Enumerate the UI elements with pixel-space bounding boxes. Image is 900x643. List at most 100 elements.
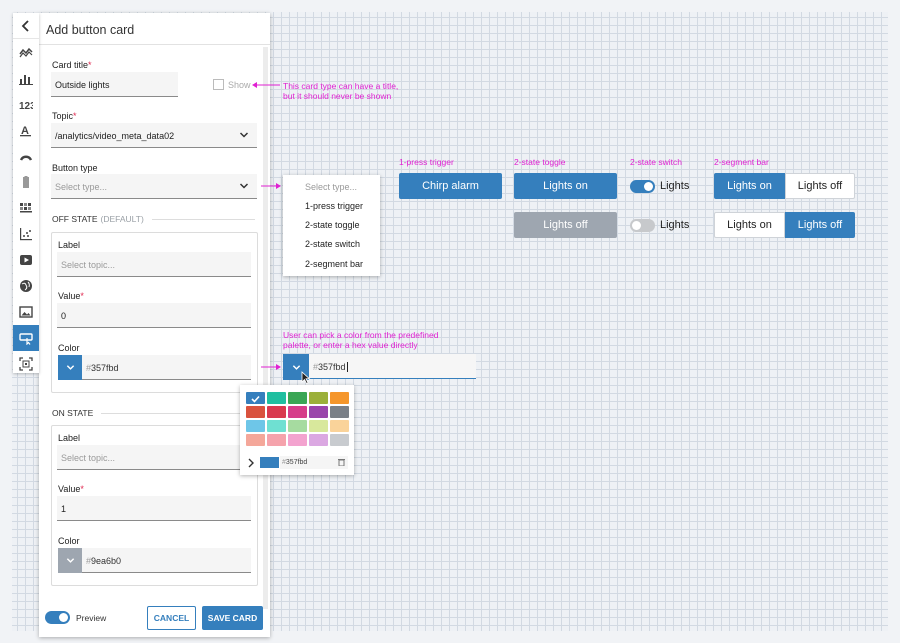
- dropdown-placeholder: Select type...: [305, 182, 358, 192]
- button-type-label: Button type: [52, 163, 98, 173]
- trash-icon[interactable]: [338, 458, 345, 466]
- palette-color-swatch[interactable]: [246, 420, 265, 432]
- dropdown-option[interactable]: 2-segment bar: [305, 259, 363, 269]
- button-type-select[interactable]: Select type...: [51, 174, 257, 199]
- bar-off-segment-active[interactable]: Lights off: [785, 212, 855, 238]
- chirp-alarm-button[interactable]: Chirp alarm: [399, 173, 502, 199]
- show-title-checkbox[interactable]: [213, 79, 224, 90]
- text-icon[interactable]: A: [13, 117, 39, 143]
- off-state-title: OFF STATE: [52, 214, 98, 224]
- off-color-swatch-button[interactable]: [58, 355, 82, 380]
- palette-color-swatch[interactable]: [267, 434, 286, 446]
- palette-hex-input[interactable]: #357fbd: [280, 456, 348, 469]
- panel-footer: Preview CANCEL SAVE CARD: [39, 606, 270, 637]
- palette-current-swatch: [260, 457, 279, 468]
- palette-color-swatch[interactable]: [246, 406, 265, 418]
- on-label-select[interactable]: Select topic...: [57, 445, 251, 470]
- button-card-icon[interactable]: [13, 325, 39, 351]
- dropdown-option[interactable]: 1-press trigger: [305, 201, 363, 211]
- color-annotation: User can pick a color from the predefine…: [283, 330, 438, 350]
- dropdown-option[interactable]: 2-state switch: [305, 239, 360, 249]
- topic-value: /analytics/video_meta_data02: [55, 131, 175, 141]
- palette-color-swatch[interactable]: [330, 434, 349, 446]
- svg-text:123: 123: [19, 101, 33, 111]
- video-icon[interactable]: [13, 247, 39, 273]
- cancel-button[interactable]: CANCEL: [147, 606, 196, 630]
- palette-color-swatch[interactable]: [267, 406, 286, 418]
- color-palette-popup: #357fbd: [240, 385, 354, 475]
- preview-toggle[interactable]: [45, 611, 70, 624]
- palette-color-swatch[interactable]: [288, 420, 307, 432]
- title-annotation-line: This card type can have a title,: [283, 81, 399, 91]
- palette-color-swatch[interactable]: [330, 420, 349, 432]
- palette-color-swatch[interactable]: [309, 392, 328, 404]
- palette-color-swatch[interactable]: [267, 392, 286, 404]
- bar-on-segment[interactable]: Lights on: [714, 212, 785, 238]
- text-cursor: [346, 362, 348, 372]
- switch-on[interactable]: [630, 180, 655, 193]
- palette-color-swatch[interactable]: [309, 420, 328, 432]
- palette-color-swatch[interactable]: [267, 420, 286, 432]
- heatmap-icon[interactable]: [13, 195, 39, 221]
- off-label-label: Label: [58, 240, 81, 250]
- off-label-select[interactable]: Select topic...: [57, 252, 251, 277]
- chevron-down-icon: [239, 132, 249, 138]
- on-color-swatch-button[interactable]: [58, 548, 82, 573]
- card-title-label: Card title*: [52, 60, 92, 70]
- off-color-hex-value: 357fbd: [91, 363, 119, 373]
- save-card-button[interactable]: SAVE CARD: [202, 606, 263, 630]
- globe-icon[interactable]: [13, 273, 39, 299]
- color-hex-value: 357fbd: [318, 362, 346, 372]
- section-divider: [101, 412, 257, 414]
- toggle-off-button[interactable]: Lights off: [514, 212, 617, 238]
- scatter-icon[interactable]: [13, 221, 39, 247]
- check-icon: [251, 395, 260, 403]
- palette-color-swatch[interactable]: [330, 392, 349, 404]
- on-value-input[interactable]: 1: [57, 496, 251, 521]
- dropdown-option[interactable]: 2-state toggle: [305, 220, 360, 230]
- switch-caption: 2-state switch: [630, 157, 682, 167]
- on-color-hex-input[interactable]: #9ea6b0: [82, 548, 251, 573]
- number-icon[interactable]: 123: [13, 91, 39, 117]
- color-annotation-line: palette, or enter a hex value directly: [283, 340, 418, 350]
- topic-select[interactable]: /analytics/video_meta_data02: [51, 123, 257, 148]
- back-icon[interactable]: [13, 13, 39, 39]
- off-value-input[interactable]: 0: [57, 303, 251, 328]
- palette-color-swatch[interactable]: [309, 434, 328, 446]
- bar-caption: 2-segment bar: [714, 157, 769, 167]
- bar-on-segment-active[interactable]: Lights on: [714, 173, 785, 199]
- color-picker-field: #357fbd: [283, 354, 476, 384]
- toggle-on-button[interactable]: Lights on: [514, 173, 617, 199]
- palette-color-swatch[interactable]: [288, 406, 307, 418]
- chevron-right-icon[interactable]: [247, 458, 255, 468]
- switch-off[interactable]: [630, 219, 655, 232]
- gauge-icon[interactable]: [13, 143, 39, 169]
- on-label-label: Label: [58, 433, 81, 443]
- switch-on-label: Lights: [660, 180, 690, 192]
- off-color-hex-input[interactable]: #357fbd: [82, 355, 251, 380]
- title-annotation-line: but it should never be shown: [283, 91, 392, 101]
- on-color-hex-value: 9ea6b0: [91, 556, 122, 566]
- on-value-label: Value*: [58, 484, 84, 494]
- off-state-heading: OFF STATE (DEFAULT): [52, 214, 255, 224]
- line-chart-icon[interactable]: [13, 39, 39, 65]
- image-icon[interactable]: [13, 299, 39, 325]
- bar-off-segment[interactable]: Lights off: [785, 173, 855, 199]
- palette-color-swatch[interactable]: [288, 392, 307, 404]
- palette-color-swatch[interactable]: [246, 434, 265, 446]
- palette-color-swatch[interactable]: [330, 406, 349, 418]
- mouse-cursor-icon: [301, 371, 311, 384]
- color-hex-input[interactable]: #357fbd: [309, 354, 476, 379]
- panel-scrollbar[interactable]: [263, 47, 268, 609]
- card-title-input[interactable]: Outside lights: [51, 72, 178, 97]
- chevron-down-icon: [292, 364, 300, 370]
- qr-icon[interactable]: [13, 351, 39, 377]
- battery-icon[interactable]: [13, 169, 39, 195]
- palette-color-swatch[interactable]: [288, 434, 307, 446]
- bar-chart-icon[interactable]: [13, 65, 39, 91]
- on-color-label: Color: [58, 536, 80, 546]
- section-divider: [151, 218, 255, 220]
- palette-color-swatch[interactable]: [309, 406, 328, 418]
- palette-color-swatch[interactable]: [246, 392, 265, 404]
- chevron-down-icon: [66, 558, 74, 563]
